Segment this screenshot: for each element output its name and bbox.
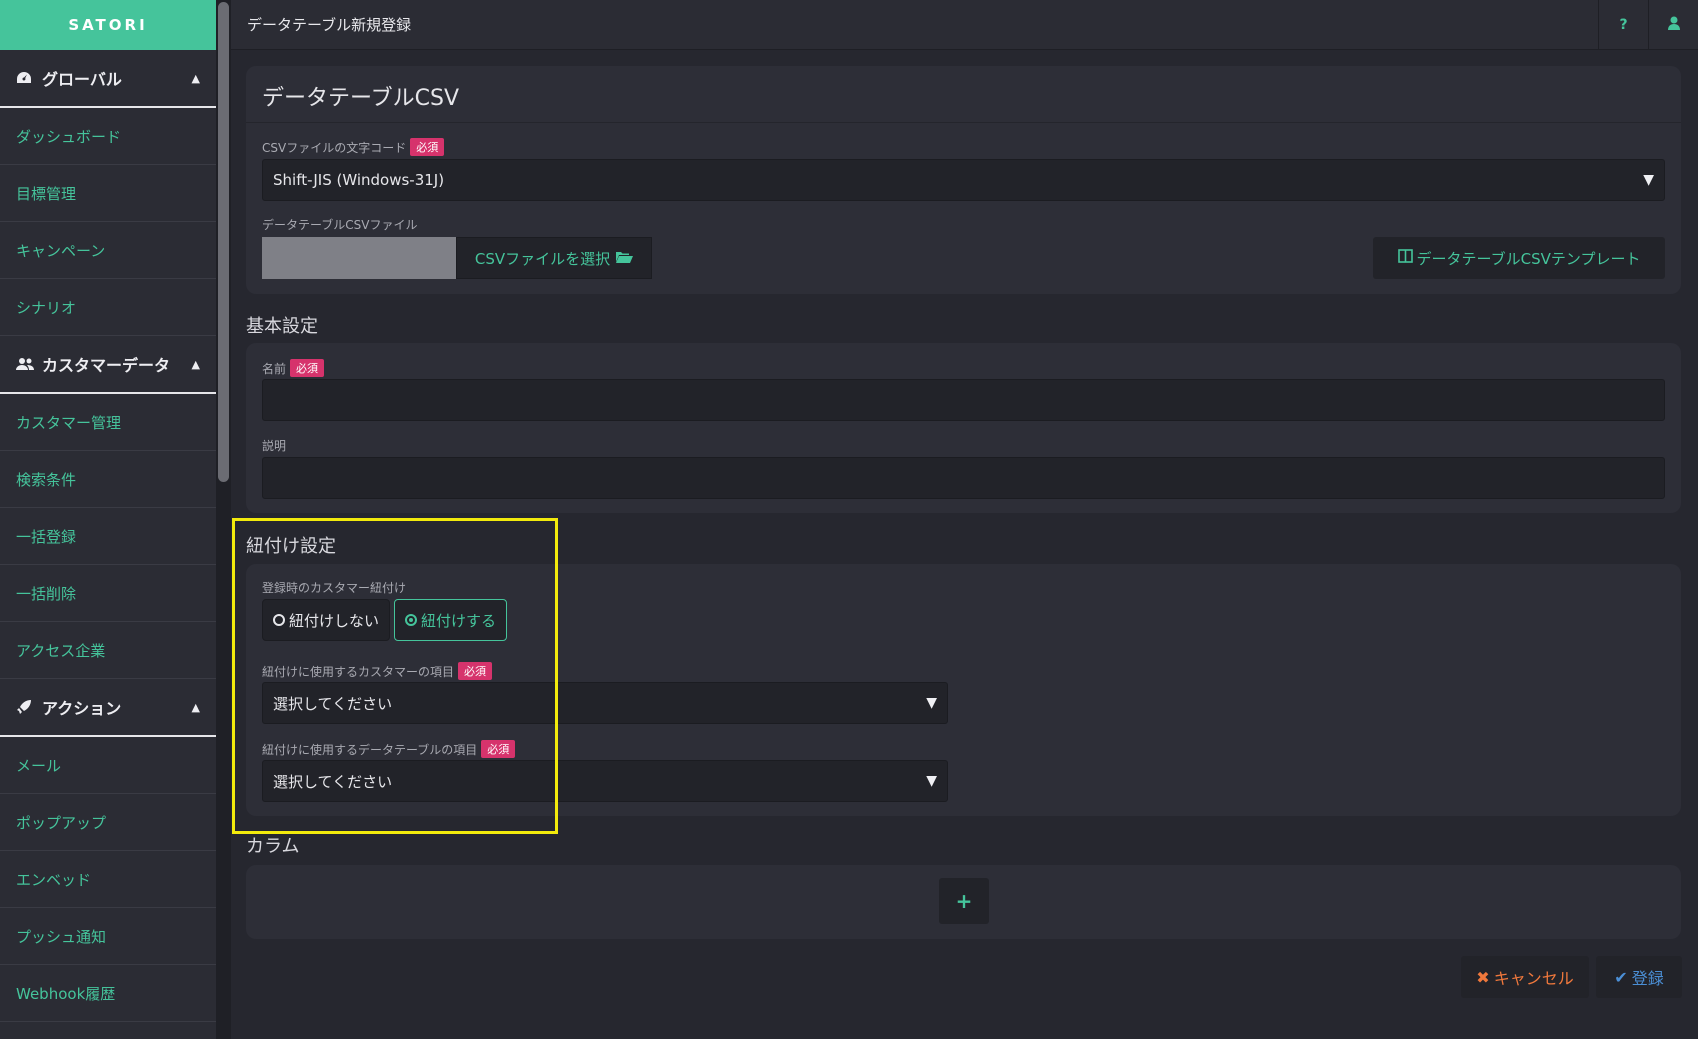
nav-section-label: カスタマーデータ <box>42 356 171 375</box>
basic-settings-title: 基本設定 <box>246 316 318 337</box>
dashboard-icon <box>16 71 38 85</box>
csv-template-label: データテーブルCSVテンプレート <box>1416 249 1641 268</box>
required-badge: 必須 <box>410 138 445 156</box>
description-input[interactable] <box>262 457 1665 499</box>
sidebar-scrollbar-thumb[interactable] <box>218 2 229 482</box>
sidebar: SATORI グローバル ▲ ダッシュボード 目標管理 キャンペーン シナリオ … <box>0 0 216 1039</box>
chevron-up-icon: ▲ <box>191 71 200 85</box>
nav-section-global[interactable]: グローバル ▲ <box>0 50 216 108</box>
folder-open-icon <box>616 249 634 267</box>
sidebar-item-mail[interactable]: メール <box>0 737 216 794</box>
check-icon: ✔ <box>1614 967 1628 987</box>
sidebar-item-dashboard[interactable]: ダッシュボード <box>0 108 216 165</box>
sidebar-item-bulk-register[interactable]: 一括登録 <box>0 508 216 565</box>
highlight-box <box>232 518 558 834</box>
sidebar-item-campaign[interactable]: キャンペーン <box>0 222 216 279</box>
sidebar-item-scenario[interactable]: シナリオ <box>0 279 216 336</box>
nav-section-customer-data[interactable]: カスタマーデータ ▲ <box>0 336 216 394</box>
user-menu-button[interactable] <box>1648 0 1698 50</box>
cancel-button[interactable]: ✖ キャンセル <box>1461 956 1589 998</box>
submit-button-label: 登録 <box>1631 969 1664 988</box>
file-label: データテーブルCSVファイル <box>262 218 418 232</box>
sidebar-item-goals[interactable]: 目標管理 <box>0 165 216 222</box>
columns-title: カラム <box>246 836 300 857</box>
encoding-select[interactable]: Shift-JIS (Windows-31J) ▼ <box>262 159 1665 201</box>
user-icon <box>1667 16 1680 34</box>
help-button[interactable]: ? <box>1598 0 1648 50</box>
csv-panel-title: データテーブルCSV <box>262 86 460 111</box>
users-icon <box>16 357 38 371</box>
columns-icon <box>1397 249 1413 267</box>
rocket-icon <box>16 699 38 715</box>
csv-file-select-button[interactable]: CSVファイルを選択 <box>456 237 652 279</box>
submit-button[interactable]: ✔ 登録 <box>1596 956 1682 998</box>
caret-down-icon: ▼ <box>1643 172 1654 188</box>
nav-section-action[interactable]: アクション ▲ <box>0 679 216 737</box>
add-column-button[interactable]: + <box>939 878 989 924</box>
encoding-label-text: CSVファイルの文字コード <box>262 140 407 155</box>
sidebar-item-embed[interactable]: エンベッド <box>0 851 216 908</box>
sidebar-item-customer-management[interactable]: カスタマー管理 <box>0 394 216 451</box>
name-label-text: 名前 <box>262 361 287 376</box>
nav-section-label: アクション <box>42 699 122 718</box>
chevron-up-icon: ▲ <box>191 357 200 371</box>
name-label: 名前 必須 <box>262 359 325 377</box>
sidebar-item-search-conditions[interactable]: 検索条件 <box>0 451 216 508</box>
name-input[interactable] <box>262 379 1665 421</box>
sidebar-item-access-companies[interactable]: アクセス企業 <box>0 622 216 679</box>
cancel-button-label: キャンセル <box>1493 969 1574 988</box>
csv-template-button[interactable]: データテーブルCSVテンプレート <box>1373 237 1665 279</box>
encoding-label: CSVファイルの文字コード 必須 <box>262 138 445 156</box>
sidebar-item-popup[interactable]: ポップアップ <box>0 794 216 851</box>
file-name-display <box>262 237 456 279</box>
encoding-select-value: Shift-JIS (Windows-31J) <box>273 171 445 189</box>
caret-down-icon: ▼ <box>926 773 937 789</box>
description-label: 説明 <box>262 439 287 453</box>
sidebar-item-push[interactable]: プッシュ通知 <box>0 908 216 965</box>
csv-file-select-label: CSVファイルを選択 <box>474 249 611 268</box>
page-title: データテーブル新規登録 <box>247 16 412 34</box>
nav-section-label: グローバル <box>42 70 122 89</box>
close-icon: ✖ <box>1476 967 1490 987</box>
sidebar-item-bulk-delete[interactable]: 一括削除 <box>0 565 216 622</box>
divider <box>246 122 1681 123</box>
caret-down-icon: ▼ <box>926 695 937 711</box>
chevron-up-icon: ▲ <box>191 700 200 714</box>
required-badge: 必須 <box>290 359 325 377</box>
topbar: データテーブル新規登録 ? <box>231 0 1698 50</box>
sidebar-item-webhook-history[interactable]: Webhook履歴 <box>0 965 216 1022</box>
brand-logo[interactable]: SATORI <box>0 0 216 50</box>
